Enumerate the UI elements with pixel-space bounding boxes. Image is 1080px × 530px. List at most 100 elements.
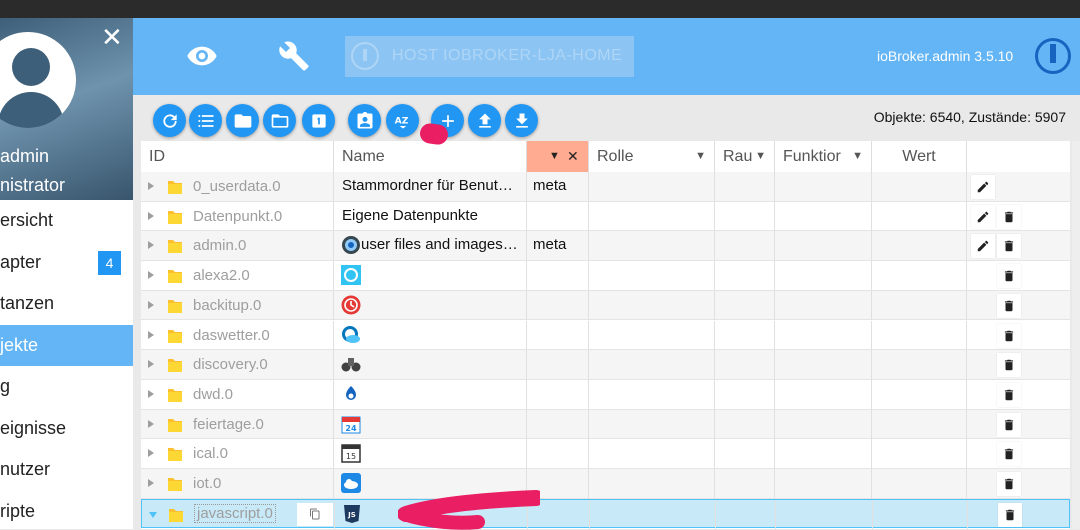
object-name[interactable]: Eigene Datenpunkte — [342, 207, 518, 224]
table-cell — [775, 201, 872, 231]
table-cell — [589, 290, 715, 320]
table-cell — [872, 172, 967, 201]
collapse-folders-button[interactable] — [226, 104, 259, 137]
column-filter-function[interactable]: Funktior ▼ — [775, 141, 872, 172]
column-filter-role[interactable]: Rolle ▼ — [589, 141, 715, 172]
column-header-name[interactable]: Name — [334, 141, 527, 172]
eye-icon[interactable] — [186, 40, 218, 72]
svg-text:AZ: AZ — [394, 115, 408, 126]
column-filter-room[interactable]: Rau ▼ — [715, 141, 775, 172]
table-row[interactable]: admin.0 user files and images… meta — [141, 231, 1070, 262]
close-icon[interactable]: ✕ — [101, 24, 123, 50]
iobroker-logo-icon — [1035, 38, 1071, 74]
clear-filter-icon[interactable]: ✕ — [567, 141, 579, 172]
expand-toggle-icon[interactable] — [148, 419, 154, 428]
delete-button[interactable] — [997, 264, 1021, 289]
expand-toggle-icon[interactable] — [148, 360, 154, 369]
host-selector[interactable]: HOST IOBROKER-LJA-HOME — [345, 36, 634, 77]
list-view-button[interactable] — [189, 104, 222, 137]
table-row[interactable]: discovery.0 — [141, 350, 1070, 380]
table-cell — [872, 320, 967, 350]
object-id: javascript.0 — [194, 503, 276, 523]
wrench-icon[interactable] — [278, 40, 310, 72]
table-row[interactable]: dwd.0 — [141, 379, 1070, 410]
table-cell — [775, 172, 872, 201]
table-cell: Stammordner für Benut… — [334, 172, 527, 201]
table-cell — [775, 379, 872, 409]
column-header-label: Name — [342, 148, 385, 165]
delete-button[interactable] — [997, 442, 1021, 467]
column-filter-type[interactable]: ▼ ✕ — [527, 141, 589, 172]
object-id: ical.0 — [193, 445, 229, 463]
sidebar-item[interactable]: eignisse — [0, 408, 133, 450]
expand-toggle-icon[interactable] — [148, 449, 154, 458]
table-cell — [715, 172, 775, 201]
expand-one-level-button[interactable] — [302, 104, 335, 137]
table-row[interactable]: Datenpunkt.0 Eigene Datenpunkte — [141, 201, 1070, 232]
custom-settings-button[interactable] — [348, 104, 381, 137]
delete-button[interactable] — [997, 293, 1021, 318]
object-id: feiertage.0 — [193, 415, 264, 433]
object-name[interactable]: Stammordner für Benut… — [342, 177, 518, 194]
column-header-id[interactable]: ID — [141, 141, 334, 172]
sidebar-item[interactable]: g — [0, 366, 133, 408]
delete-button[interactable] — [997, 472, 1021, 496]
delete-button[interactable] — [997, 412, 1021, 437]
sidebar-item[interactable]: jekte — [0, 324, 133, 366]
table-row[interactable]: ical.0 15 — [141, 439, 1070, 469]
sidebar-item[interactable]: ripte — [0, 491, 133, 530]
sidebar-item[interactable]: apter 4 — [0, 242, 133, 284]
table-cell — [872, 439, 967, 469]
clipboard-account-icon — [357, 111, 372, 128]
table-row[interactable]: 0_userdata.0 Stammordner für Benut… meta — [141, 172, 1070, 202]
expand-toggle-icon[interactable] — [148, 389, 154, 398]
sidebar-item[interactable]: ersicht — [0, 200, 133, 242]
table-cell — [715, 439, 775, 469]
column-header-label: Rau — [723, 148, 753, 165]
copy-id-button[interactable] — [297, 502, 333, 526]
delete-button[interactable] — [997, 323, 1021, 348]
delete-button[interactable] — [997, 353, 1021, 378]
delete-button[interactable] — [998, 502, 1022, 527]
table-scrollbar[interactable] — [1072, 141, 1080, 529]
edit-button[interactable] — [971, 175, 995, 199]
expand-toggle-icon[interactable] — [148, 241, 154, 250]
sidebar-item[interactable]: tanzen — [0, 283, 133, 325]
table-cell — [775, 469, 872, 498]
expand-toggle-icon[interactable] — [148, 479, 154, 487]
table-header: ID Name ▼ ✕ Rolle ▼ Rau ▼ Funktior ▼ Wert — [141, 141, 1070, 173]
expand-toggle-icon[interactable] — [148, 300, 154, 309]
expand-toggle-icon[interactable] — [148, 330, 154, 339]
refresh-button[interactable] — [153, 104, 186, 137]
delete-button[interactable] — [997, 382, 1021, 407]
edit-button[interactable] — [971, 204, 995, 229]
dropdown-caret-icon[interactable]: ▼ — [549, 141, 560, 172]
folder-icon — [234, 113, 251, 128]
table-cell — [715, 409, 775, 439]
sort-button[interactable]: AZ — [386, 104, 419, 137]
download-button[interactable] — [505, 104, 538, 137]
expand-folders-button[interactable] — [263, 104, 296, 137]
expand-toggle-icon[interactable] — [148, 271, 154, 280]
upload-button[interactable] — [468, 104, 501, 137]
column-header-value[interactable]: Wert — [872, 141, 967, 172]
edit-button[interactable] — [971, 234, 995, 259]
table-row[interactable]: daswetter.0 — [141, 320, 1070, 351]
table-row[interactable]: alexa2.0 — [141, 261, 1070, 291]
table-row[interactable]: feiertage.0 24 — [141, 409, 1070, 440]
table-row[interactable]: javascript.0 JS — [141, 498, 1070, 529]
copy-icon — [309, 508, 321, 520]
delete-button[interactable] — [997, 204, 1021, 229]
object-id: admin.0 — [193, 237, 247, 255]
expand-toggle-icon[interactable] — [148, 211, 154, 220]
list-icon — [198, 114, 213, 127]
table-row[interactable]: iot.0 — [141, 469, 1070, 499]
table-row[interactable]: backitup.0 — [141, 290, 1070, 321]
object-name[interactable]: user files and images… — [361, 236, 521, 253]
sidebar-item[interactable]: nutzer — [0, 449, 133, 491]
expand-toggle-icon[interactable] — [148, 182, 154, 190]
delete-button[interactable] — [997, 234, 1021, 259]
expand-toggle-icon[interactable] — [149, 511, 157, 518]
table-cell — [334, 320, 527, 350]
weather-icon — [341, 325, 361, 345]
